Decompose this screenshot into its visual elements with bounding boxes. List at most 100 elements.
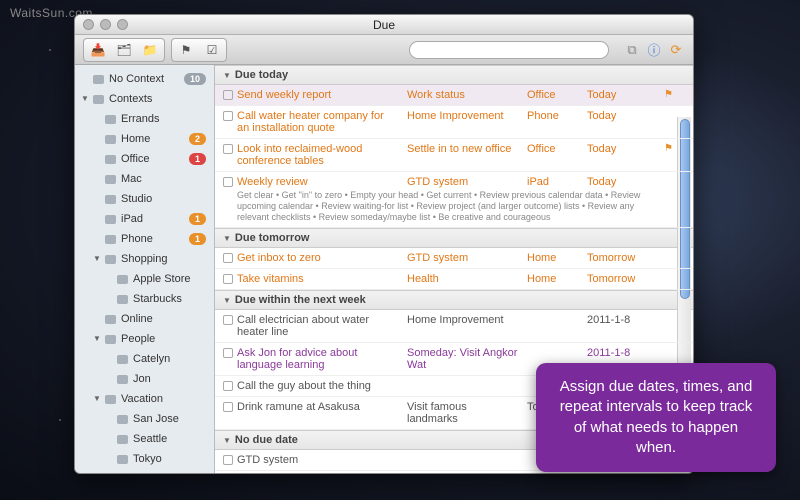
task-title: Get inbox to zero — [237, 252, 407, 264]
link-icon[interactable]: ⧉ — [623, 41, 641, 59]
disclosure-icon[interactable]: ▼ — [223, 436, 231, 445]
section-header[interactable]: ▼Due within the next week — [215, 290, 693, 310]
flag-icon[interactable]: ⚑ — [664, 89, 673, 100]
sidebar-item[interactable]: Starbucks — [75, 289, 214, 309]
checkbox[interactable] — [223, 315, 233, 325]
disclosure-icon[interactable]: ▼ — [93, 251, 101, 267]
task-title: Look into reclaimed-wood conference tabl… — [237, 143, 407, 167]
sidebar-item[interactable]: Tokyo — [75, 449, 214, 469]
task-row[interactable]: Get inbox to zeroGTD systemHomeTomorrow — [215, 248, 693, 269]
context-icon — [103, 313, 117, 325]
checkbox[interactable] — [223, 90, 233, 100]
task-row[interactable]: Look into reclaimed-wood conference tabl… — [215, 139, 693, 172]
disclosure-icon[interactable]: ▼ — [93, 391, 101, 407]
task-context: Work status — [407, 89, 527, 101]
task-row[interactable]: Send weekly reportWork statusOfficeToday… — [215, 85, 693, 106]
checkbox[interactable] — [223, 381, 233, 391]
sidebar-item[interactable]: ▼Vacation — [75, 389, 214, 409]
sync-icon[interactable]: ⟳ — [667, 41, 685, 59]
checkbox[interactable] — [223, 177, 233, 187]
context-icon — [103, 393, 117, 405]
sidebar-item-label: Errands — [121, 111, 206, 127]
sidebar-item[interactable]: Errands — [75, 109, 214, 129]
section-header[interactable]: ▼Due today — [215, 65, 693, 85]
disclosure-icon[interactable]: ▼ — [223, 71, 231, 80]
sidebar-item-label: No Context — [109, 71, 184, 87]
context-icon — [115, 293, 129, 305]
checkbox[interactable] — [223, 274, 233, 284]
zoom-icon[interactable] — [117, 19, 128, 30]
sidebar-item[interactable]: ▼Contexts — [75, 89, 214, 109]
task-context: Home Improvement — [407, 314, 527, 338]
sidebar-item-label: Jon — [133, 371, 206, 387]
contexts-button[interactable]: 📁 — [138, 41, 162, 59]
context-icon — [103, 193, 117, 205]
sidebar-item[interactable]: iPad1 — [75, 209, 214, 229]
context-icon — [115, 373, 129, 385]
flag-button[interactable]: ⚑ — [174, 41, 198, 59]
search-input[interactable] — [409, 41, 609, 59]
task-location: Home — [527, 252, 587, 264]
sidebar-item[interactable]: Catelyn — [75, 349, 214, 369]
window-title: Due — [373, 18, 395, 32]
task-row[interactable]: Call electrician about water heater line… — [215, 310, 693, 343]
review-button[interactable]: ☑ — [200, 41, 224, 59]
info-icon[interactable]: ⓘ — [645, 41, 663, 59]
sidebar-item[interactable]: Office1 — [75, 149, 214, 169]
sidebar-item[interactable]: Apple Store — [75, 269, 214, 289]
projects-button[interactable]: 🗂 — [112, 41, 136, 59]
sidebar-item[interactable]: Jon — [75, 369, 214, 389]
minimize-icon[interactable] — [100, 19, 111, 30]
flag-icon[interactable]: ⚑ — [664, 143, 673, 154]
sidebar-item[interactable]: Studio — [75, 189, 214, 209]
context-icon — [115, 433, 129, 445]
sidebar-item[interactable]: San Jose — [75, 409, 214, 429]
task-title: Take vitamins — [237, 273, 407, 285]
disclosure-icon[interactable]: ▼ — [223, 234, 231, 243]
task-row[interactable]: Call water heater company for an install… — [215, 106, 693, 139]
sidebar-item[interactable]: ▼Shopping — [75, 249, 214, 269]
disclosure-icon[interactable]: ▼ — [93, 331, 101, 347]
context-icon — [115, 353, 129, 365]
sidebar-item[interactable]: ▼People — [75, 329, 214, 349]
section-header[interactable]: ▼Due tomorrow — [215, 228, 693, 248]
context-icon — [103, 233, 117, 245]
checkbox[interactable] — [223, 253, 233, 263]
sidebar-item[interactable]: Seattle — [75, 429, 214, 449]
context-icon — [103, 213, 117, 225]
titlebar[interactable]: Due — [75, 15, 693, 35]
search-field[interactable] — [409, 41, 609, 59]
inbox-button[interactable]: 📥 — [86, 41, 110, 59]
sidebar-item[interactable]: Online — [75, 309, 214, 329]
sidebar-item[interactable]: Waiting — [75, 469, 214, 473]
task-context: Visit famous landmarks — [407, 401, 527, 425]
sidebar-item[interactable]: Phone1 — [75, 229, 214, 249]
context-icon — [103, 253, 117, 265]
task-context: Health — [407, 273, 527, 285]
checkbox[interactable] — [223, 402, 233, 412]
sidebar-item[interactable]: Mac — [75, 169, 214, 189]
checkbox[interactable] — [223, 111, 233, 121]
task-row[interactable]: Weekly reviewGTD systemiPadTodayGet clea… — [215, 172, 693, 228]
sidebar-item-label: Tokyo — [133, 451, 206, 467]
checkbox[interactable] — [223, 455, 233, 465]
task-row[interactable]: Take vitaminsHealthHomeTomorrow — [215, 269, 693, 290]
sidebar-item[interactable]: No Context10 — [75, 69, 214, 89]
promo-callout: Assign due dates, times, and repeat inte… — [536, 363, 776, 472]
close-icon[interactable] — [83, 19, 94, 30]
context-icon — [103, 133, 117, 145]
count-badge: 10 — [184, 73, 206, 85]
checkbox[interactable] — [223, 144, 233, 154]
sidebar: No Context10▼ContextsErrandsHome2Office1… — [75, 65, 215, 473]
task-due: Today — [587, 143, 657, 167]
disclosure-icon[interactable]: ▼ — [223, 296, 231, 305]
context-icon — [115, 453, 129, 465]
checkbox[interactable] — [223, 348, 233, 358]
task-due: Today — [587, 89, 657, 101]
task-location: Phone — [527, 110, 587, 134]
task-title: Send weekly report — [237, 89, 407, 101]
disclosure-icon[interactable]: ▼ — [81, 91, 89, 107]
sidebar-item-label: Home — [121, 131, 189, 147]
sidebar-item[interactable]: Home2 — [75, 129, 214, 149]
task-title: GTD system — [237, 454, 407, 466]
